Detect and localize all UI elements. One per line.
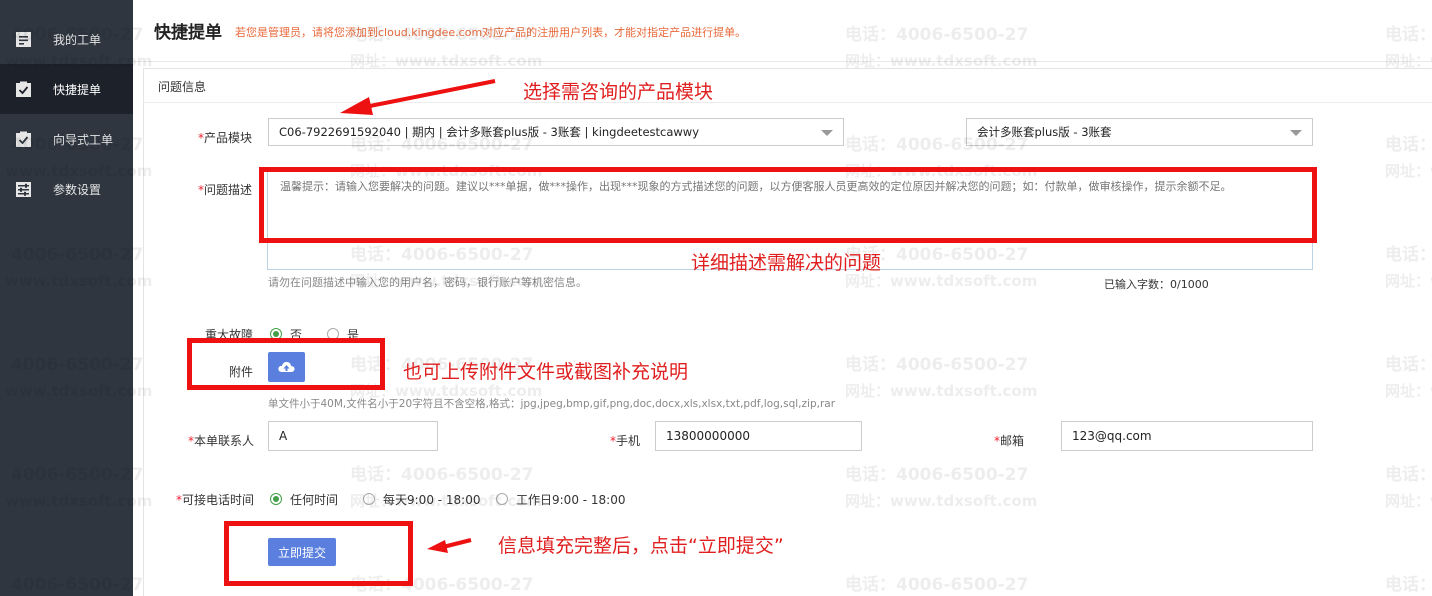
clipboard-check-icon — [16, 81, 31, 97]
annotation-box-attachment — [187, 338, 385, 390]
sidebar-item-settings[interactable]: 参数设置 — [0, 164, 133, 214]
call-time-any-label: 任何时间 — [290, 493, 339, 507]
email-label: *邮箱 — [994, 434, 1025, 448]
page-header: 快捷提单 若您是管理员，请将您添加到cloud.kingdee.com对应产品的… — [133, 0, 1432, 62]
description-label: *问题描述 — [198, 183, 253, 197]
contact-label: *本单联系人 — [188, 434, 255, 448]
call-time-daily-radio[interactable] — [363, 493, 375, 505]
product-select[interactable]: C06-7922691592040 | 期内 | 会计多账套plus版 - 3账… — [268, 118, 844, 146]
call-time-label: *可接电话时间 — [176, 493, 255, 507]
sidebar: 我的工单 快捷提单 向导式工单 参数设置 — [0, 0, 133, 596]
chevron-down-icon — [821, 130, 833, 136]
section-title: 问题信息 — [158, 80, 207, 94]
sidebar-item-label: 快捷提单 — [53, 82, 102, 97]
phone-label: *手机 — [610, 434, 641, 448]
annotation-box-description — [259, 167, 1317, 243]
page-title: 快捷提单 — [154, 23, 222, 43]
email-input[interactable] — [1061, 421, 1313, 451]
description-hint: 请勿在问题描述中输入您的用户名，密码，银行账户等机密信息。 — [268, 276, 587, 289]
call-time-daily-label: 每天9:00 - 18:00 — [383, 493, 481, 507]
annotation-submit: 信息填充完整后，点击“立即提交” — [498, 535, 784, 557]
settings-sliders-icon — [16, 181, 31, 197]
sidebar-item-my-tickets[interactable]: 我的工单 — [0, 14, 133, 64]
clipboard-check-icon — [16, 131, 31, 147]
arrow-to-submit-icon — [427, 538, 472, 553]
call-time-any-radio[interactable] — [270, 493, 282, 505]
sidebar-item-quick-ticket[interactable]: 快捷提单 — [0, 64, 133, 114]
product-label: *产品模块 — [198, 131, 253, 145]
product-select-value: C06-7922691592040 | 期内 | 会计多账套plus版 - 3账… — [279, 125, 700, 139]
product-version-value: 会计多账套plus版 - 3账套 — [977, 125, 1112, 139]
annotation-attachment: 也可上传附件文件或截图补充说明 — [403, 361, 689, 383]
annotation-box-submit — [224, 521, 413, 586]
product-version-select[interactable]: 会计多账套plus版 - 3账套 — [966, 118, 1313, 146]
call-time-workday-radio[interactable] — [496, 493, 508, 505]
contact-input[interactable] — [268, 421, 438, 451]
call-time-workday-label: 工作日9:00 - 18:00 — [516, 493, 626, 507]
ticket-list-icon — [16, 31, 31, 47]
sidebar-item-guided-ticket[interactable]: 向导式工单 — [0, 114, 133, 164]
annotation-description: 详细描述需解决的问题 — [691, 252, 882, 274]
admin-notice: 若您是管理员，请将您添加到cloud.kingdee.com对应产品的注册用户列… — [235, 26, 747, 39]
arrow-to-product-icon — [340, 79, 496, 115]
sidebar-item-label: 我的工单 — [53, 32, 102, 47]
chevron-down-icon — [1290, 130, 1302, 136]
sidebar-item-label: 向导式工单 — [53, 132, 114, 147]
annotation-product: 选择需咨询的产品模块 — [523, 81, 714, 103]
char-counter: 已输入字数：0/1000 — [1104, 278, 1209, 291]
attachment-hint: 单文件小于40M,文件名小于20字符且不含空格,格式：jpg,jpeg,bmp,… — [268, 398, 836, 410]
sidebar-item-label: 参数设置 — [53, 182, 102, 197]
phone-input[interactable] — [655, 421, 862, 451]
